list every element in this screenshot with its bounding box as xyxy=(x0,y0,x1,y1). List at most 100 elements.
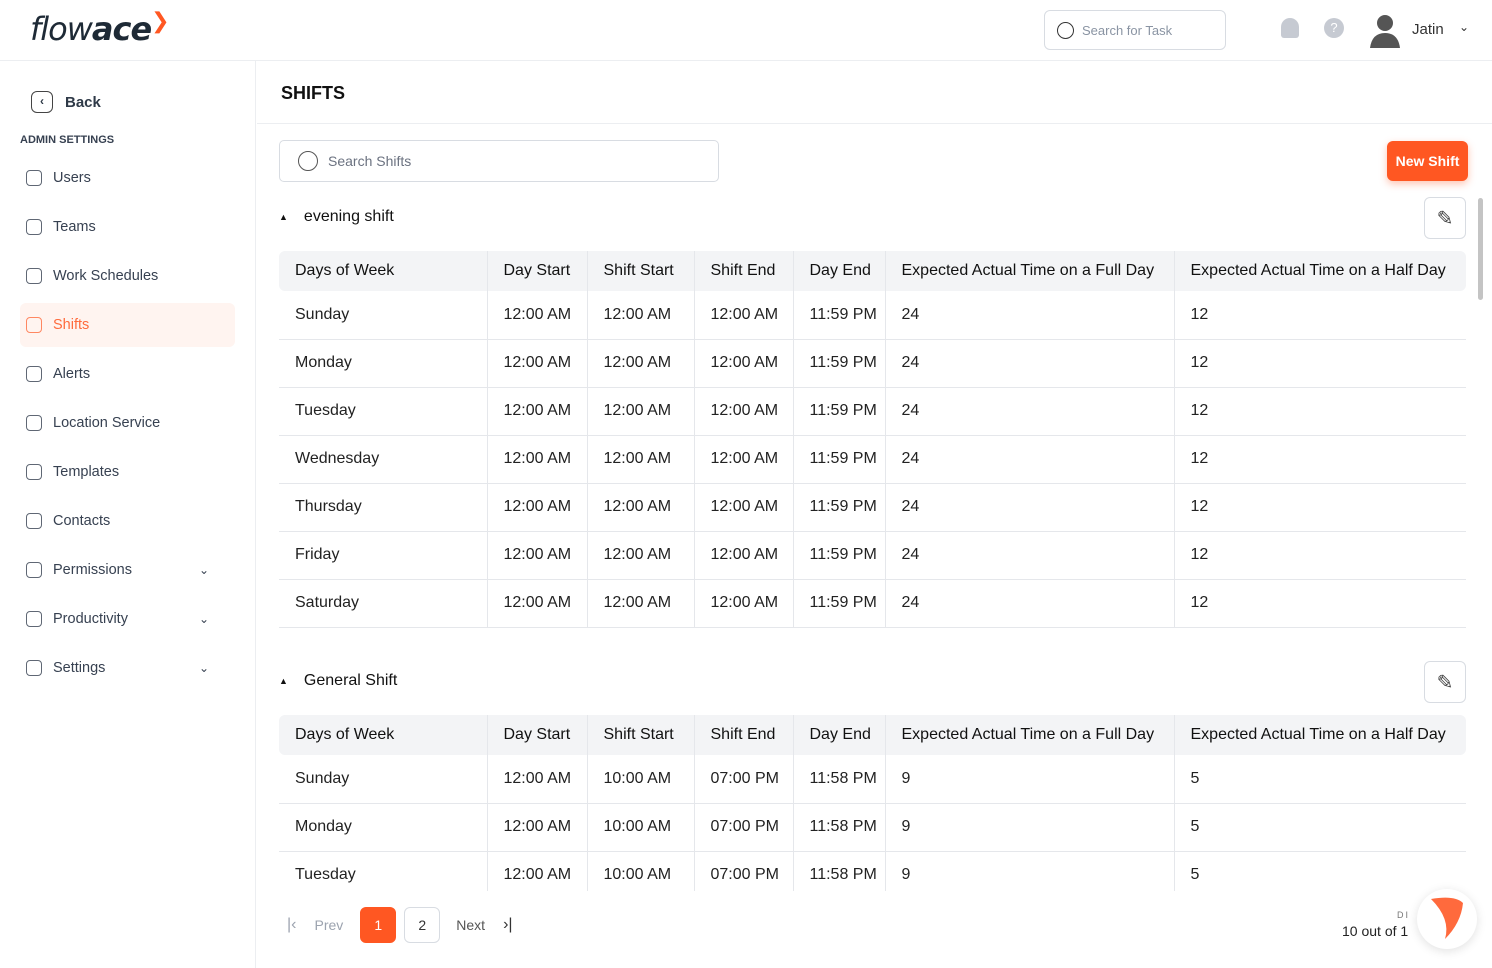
column-header: Day Start xyxy=(486,715,587,755)
search-icon xyxy=(1057,21,1074,39)
chevron-down-icon[interactable]: ⌄ xyxy=(199,563,209,577)
table-cell: 11:59 PM xyxy=(792,483,885,532)
table-cell: 12 xyxy=(1173,483,1466,532)
edit-shift-button[interactable]: ✎ xyxy=(1424,661,1466,703)
table-row: Saturday 12:00 AM 12:00 AM 12:00 AM 11:59 PM… xyxy=(279,579,1466,628)
table-cell: 12:00 AM xyxy=(486,579,587,628)
table-cell: 12 xyxy=(1173,579,1466,628)
sidebar-item-settings[interactable]: Settings ⌄ xyxy=(20,646,235,690)
table-cell: 12:00 AM xyxy=(586,531,694,580)
prev-button[interactable]: Prev xyxy=(314,917,343,933)
user-icon xyxy=(26,170,42,186)
pagination: |‹ Prev 1 2 Next ›| xyxy=(287,907,513,943)
table-cell: Tuesday xyxy=(279,851,487,891)
record-count: 10 out of 1 xyxy=(1342,923,1409,939)
table-cell: 11:58 PM xyxy=(792,755,885,804)
table-cell: Sunday xyxy=(279,291,487,340)
table-cell: 9 xyxy=(884,755,1174,804)
table-cell: 24 xyxy=(884,291,1174,340)
chevron-down-icon[interactable]: ⌄ xyxy=(199,612,209,626)
table-cell: 12 xyxy=(1173,339,1466,388)
chevron-left-icon: ‹ xyxy=(31,91,53,113)
table-cell: 11:58 PM xyxy=(792,803,885,852)
shift-header[interactable]: ▲ General Shift ✎ xyxy=(279,661,1466,703)
table-cell: 12:00 AM xyxy=(693,579,793,628)
help-icon[interactable]: ? xyxy=(1324,18,1344,38)
flowace-assistant-button[interactable] xyxy=(1417,889,1477,949)
column-header: Expected Actual Time on a Full Day xyxy=(884,251,1174,291)
sidebar-item-teams[interactable]: Teams xyxy=(20,205,235,249)
table-cell: 12:00 AM xyxy=(486,483,587,532)
edit-shift-button[interactable]: ✎ xyxy=(1424,197,1466,239)
table-row: Tuesday 12:00 AM 10:00 AM 07:00 PM 11:58 PM 9… xyxy=(279,851,1466,891)
sidebar-item-productivity[interactable]: Productivity ⌄ xyxy=(20,597,235,641)
new-shift-button[interactable]: New Shift xyxy=(1387,141,1468,181)
table-cell: 12:00 AM xyxy=(586,387,694,436)
collapse-icon[interactable]: ▲ xyxy=(279,212,288,222)
sidebar-item-contacts[interactable]: Contacts xyxy=(20,499,235,543)
sidebar-item-alerts[interactable]: Alerts xyxy=(20,352,235,396)
table-cell: Sunday xyxy=(279,755,487,804)
chevron-down-icon[interactable]: ⌄ xyxy=(199,661,209,675)
flowace-logo[interactable]: flowace❯ xyxy=(30,9,170,48)
table-cell: 24 xyxy=(884,387,1174,436)
sidebar-item-shifts[interactable]: Shifts xyxy=(20,303,235,347)
alert-icon xyxy=(26,366,42,382)
shift-header[interactable]: ▲ evening shift ✎ xyxy=(279,197,1466,239)
contact-icon xyxy=(26,513,42,529)
main-content: SHIFTS Search Shifts New Shift ▲ evening … xyxy=(257,61,1492,968)
table-cell: 12:00 AM xyxy=(586,435,694,484)
table-cell: 12:00 AM xyxy=(693,483,793,532)
last-page-icon[interactable]: ›| xyxy=(503,916,512,934)
sidebar-item-users[interactable]: Users xyxy=(20,156,235,200)
table-cell: 24 xyxy=(884,339,1174,388)
bell-icon[interactable] xyxy=(1281,18,1299,38)
column-header: Shift Start xyxy=(586,715,694,755)
sidebar-item-templates[interactable]: Templates xyxy=(20,450,235,494)
table-row: Thursday 12:00 AM 12:00 AM 12:00 AM 11:59 PM… xyxy=(279,483,1466,532)
next-button[interactable]: Next xyxy=(456,917,485,933)
sidebar-item-location-service[interactable]: Location Service xyxy=(20,401,235,445)
table-cell: 9 xyxy=(884,851,1174,891)
back-button[interactable]: ‹ Back xyxy=(31,91,101,113)
shift-search-input[interactable]: Search Shifts xyxy=(279,140,719,182)
user-name[interactable]: Jatin xyxy=(1412,21,1444,38)
page-title: SHIFTS xyxy=(281,83,346,103)
avatar[interactable] xyxy=(1368,12,1402,48)
scrollbar[interactable] xyxy=(1478,198,1483,300)
task-search-input[interactable]: Search for Task xyxy=(1044,10,1226,50)
table-cell: 07:00 PM xyxy=(693,755,793,804)
sidebar-item-work-schedules[interactable]: Work Schedules xyxy=(20,254,235,298)
shifts-list[interactable]: ▲ evening shift ✎ Days of Week Day Start Shif… xyxy=(257,187,1482,891)
table-cell: 12:00 AM xyxy=(486,339,587,388)
table-cell: 10:00 AM xyxy=(586,755,694,804)
top-header: flowace❯ Search for Task ? Jatin ⌄ xyxy=(0,0,1492,61)
table-cell: 12:00 AM xyxy=(586,483,694,532)
table-cell: 12 xyxy=(1173,291,1466,340)
column-header: Shift Start xyxy=(586,251,694,291)
table-cell: 12:00 AM xyxy=(693,339,793,388)
table-cell: 10:00 AM xyxy=(586,803,694,852)
table-cell: Thursday xyxy=(279,483,487,532)
collapse-icon[interactable]: ▲ xyxy=(279,676,288,686)
table-cell: Friday xyxy=(279,531,487,580)
shift-name: General Shift xyxy=(303,672,398,689)
shift-table: Days of Week Day Start Shift Start Shift En… xyxy=(279,251,1466,628)
table-cell: Tuesday xyxy=(279,387,487,436)
table-cell: 12:00 AM xyxy=(693,531,793,580)
column-header: Day End xyxy=(792,251,885,291)
table-cell: 12:00 AM xyxy=(486,803,587,852)
shift-section: ▲ evening shift ✎ Days of Week Day Start Shif… xyxy=(279,197,1466,628)
page-2-button[interactable]: 2 xyxy=(404,907,441,943)
calendar-icon xyxy=(26,268,42,284)
table-cell: 11:59 PM xyxy=(792,291,885,340)
sidebar-item-permissions[interactable]: Permissions ⌄ xyxy=(20,548,235,592)
table-row: Sunday 12:00 AM 12:00 AM 12:00 AM 11:59 PM 24… xyxy=(279,291,1466,340)
table-cell: 24 xyxy=(884,435,1174,484)
page-1-button[interactable]: 1 xyxy=(360,907,397,943)
chevron-down-icon[interactable]: ⌄ xyxy=(1459,20,1469,34)
productivity-icon xyxy=(26,611,42,627)
first-page-icon[interactable]: |‹ xyxy=(287,916,296,934)
table-cell: 12:00 AM xyxy=(486,851,587,891)
table-cell: 12:00 AM xyxy=(693,291,793,340)
